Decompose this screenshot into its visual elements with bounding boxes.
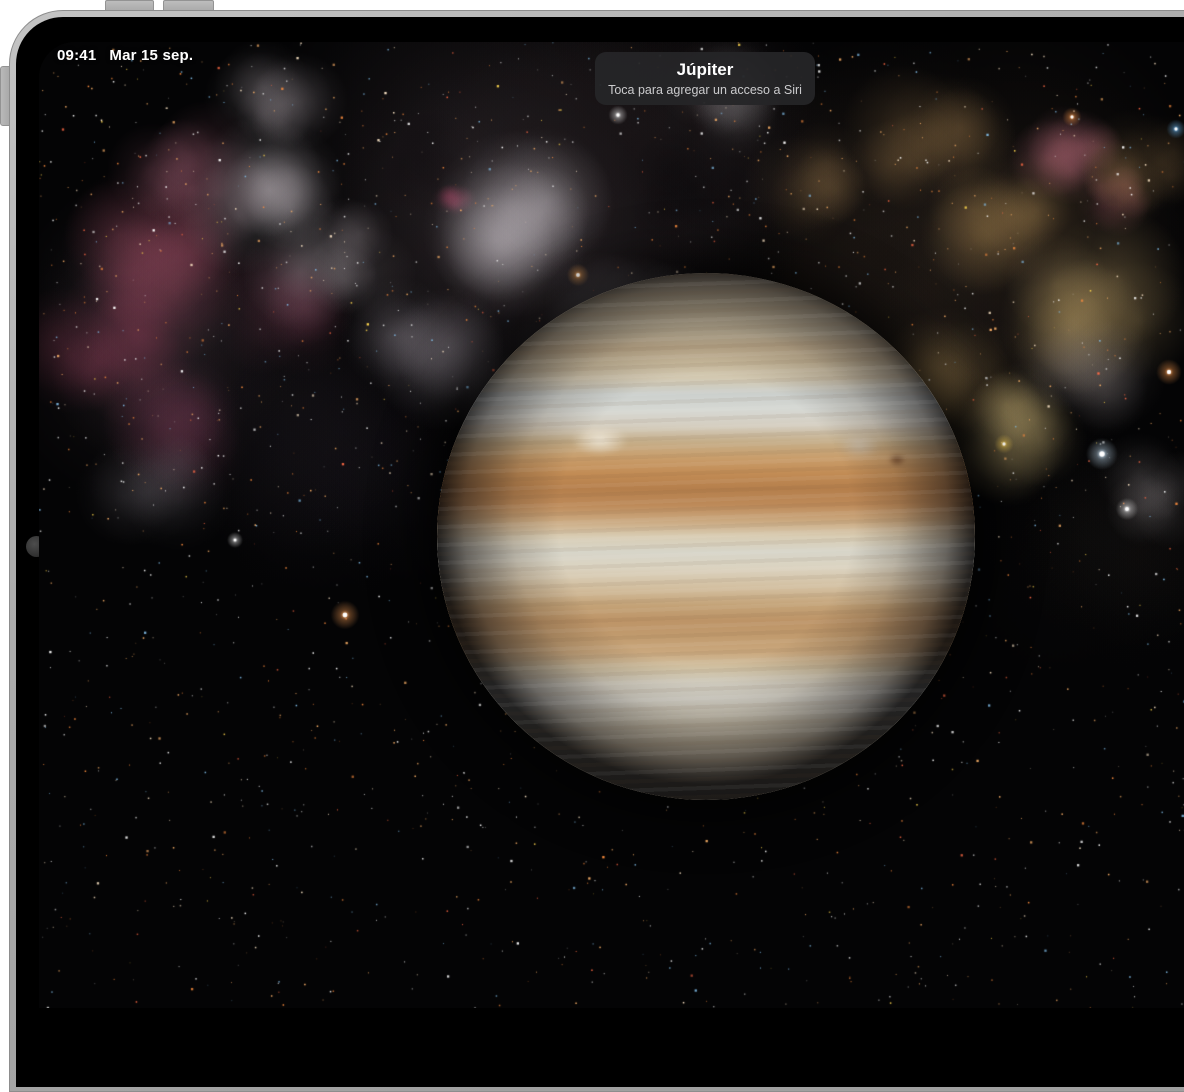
white-oval-storm (571, 425, 629, 455)
white-oval-storm (825, 689, 865, 711)
planet-shading (437, 273, 975, 800)
banner-title: Júpiter (595, 60, 815, 80)
status-time: 09:41 (57, 47, 96, 64)
dark-spot-storm (888, 454, 906, 466)
status-bar: 09:41 Mar 15 sep. (57, 47, 193, 64)
planet-jupiter[interactable] (437, 273, 975, 800)
pale-oval-storm (838, 432, 882, 458)
white-oval-storm (582, 680, 612, 696)
screen: 09:41 Mar 15 sep. Júpiter Toca para agreg… (39, 42, 1184, 1008)
page-background: { "status_bar": { "time": "09:41", "date… (0, 0, 1184, 1008)
status-date: Mar 15 sep. (109, 47, 193, 64)
siri-suggestion-banner[interactable]: Júpiter Toca para agregar un acceso a Si… (595, 52, 815, 105)
banner-subtitle: Toca para agregar un acceso a Siri (595, 83, 815, 97)
